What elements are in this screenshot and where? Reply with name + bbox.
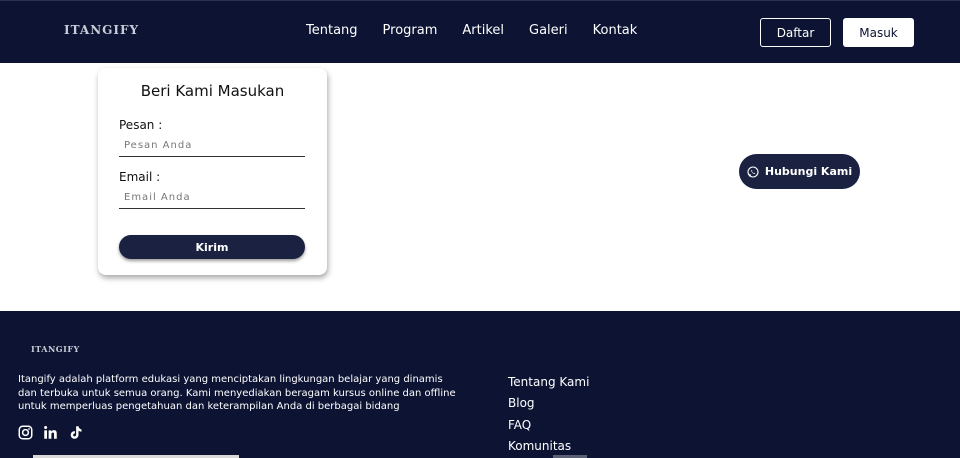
main-nav: Tentang Program Artikel Galeri Kontak (306, 23, 662, 38)
footer-link-tentang-kami[interactable]: Tentang Kami (508, 372, 589, 393)
nav-link-artikel[interactable]: Artikel (462, 23, 504, 38)
contact-us-button[interactable]: Hubungi Kami (739, 154, 860, 189)
feedback-card: Beri Kami Masukan Pesan : Email : Kirim (98, 68, 327, 275)
nav-link-tentang[interactable]: Tentang (306, 23, 358, 38)
footer-description: Itangify adalah platform edukasi yang me… (18, 374, 456, 412)
nav-link-galeri[interactable]: Galeri (529, 23, 568, 38)
whatsapp-icon (747, 165, 759, 178)
social-links (18, 425, 83, 440)
contact-us-label: Hubungi Kami (764, 165, 853, 178)
login-button[interactable]: Masuk (843, 18, 914, 47)
message-label: Pesan : (119, 118, 163, 132)
nav-link-kontak[interactable]: Kontak (593, 23, 638, 38)
footer-link-blog[interactable]: Blog (508, 393, 589, 414)
top-navbar: ITANGIFY Tentang Program Artikel Galeri … (0, 0, 960, 63)
register-button[interactable]: Daftar (760, 18, 831, 47)
footer-link-faq[interactable]: FAQ (508, 415, 589, 436)
footer-link-komunitas[interactable]: Komunitas (508, 436, 589, 457)
email-input[interactable] (119, 187, 305, 209)
email-label: Email : (119, 170, 161, 184)
footer: ITANGIFY Itangify adalah platform edukas… (0, 311, 960, 458)
submit-button[interactable]: Kirim (119, 235, 305, 259)
nav-link-program[interactable]: Program (383, 23, 438, 38)
tiktok-icon[interactable] (68, 425, 83, 440)
message-input[interactable] (119, 135, 305, 157)
footer-links: Tentang Kami Blog FAQ Komunitas (508, 372, 589, 457)
brand-logo[interactable]: ITANGIFY (64, 23, 139, 37)
linkedin-icon[interactable] (43, 425, 58, 440)
instagram-icon[interactable] (18, 425, 33, 440)
footer-logo[interactable]: ITANGIFY (31, 344, 80, 354)
feedback-title: Beri Kami Masukan (140, 82, 285, 100)
